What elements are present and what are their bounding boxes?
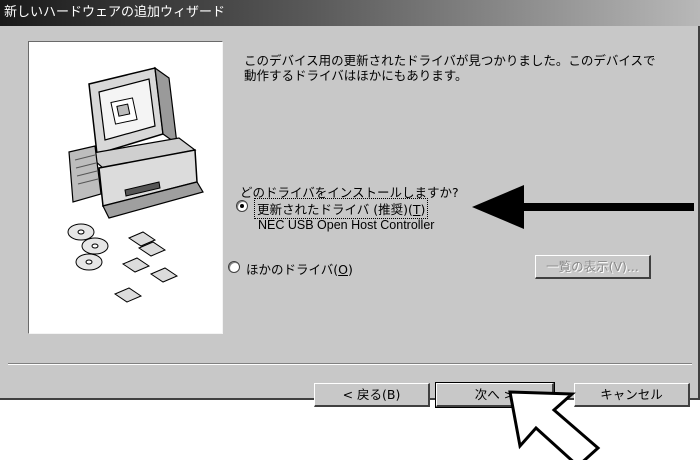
show-list-button[interactable]: 一覧の表示(V)... [535, 255, 651, 279]
back-button[interactable]: < 戻る(B) [314, 383, 430, 407]
option-updated-driver-label[interactable]: 更新されたドライバ (推奨)(T) [254, 198, 429, 219]
radio-selected-dot [240, 204, 244, 208]
message-line-2: 動作するドライバはほかにもあります。 [244, 68, 468, 83]
driver-name: NEC USB Open Host Controller [258, 218, 435, 232]
title-bar[interactable]: 新しいハードウェアの追加ウィザード [0, 0, 700, 26]
window-title: 新しいハードウェアの追加ウィザード [4, 5, 226, 20]
cd-icon [67, 223, 109, 271]
radio-other-driver[interactable] [228, 261, 240, 273]
computer-icon [68, 66, 204, 219]
wizard-message: このデバイス用の更新されたドライバが見つかりました。このデバイスで 動作するドラ… [244, 53, 684, 83]
next-button[interactable]: 次へ > [435, 382, 555, 408]
separator [8, 363, 692, 365]
floppy-disk-icon [113, 231, 179, 303]
option-other-driver-label[interactable]: ほかのドライバ(O) [246, 259, 353, 278]
wizard-window: 新しいハードウェアの追加ウィザード このデバイス用の更新されたドライバが見つかり… [0, 0, 700, 408]
cancel-button[interactable]: キャンセル [574, 383, 690, 407]
wizard-illustration [28, 41, 223, 334]
radio-updated-driver[interactable] [236, 200, 248, 212]
message-line-1: このデバイス用の更新されたドライバが見つかりました。このデバイスで [244, 53, 656, 68]
